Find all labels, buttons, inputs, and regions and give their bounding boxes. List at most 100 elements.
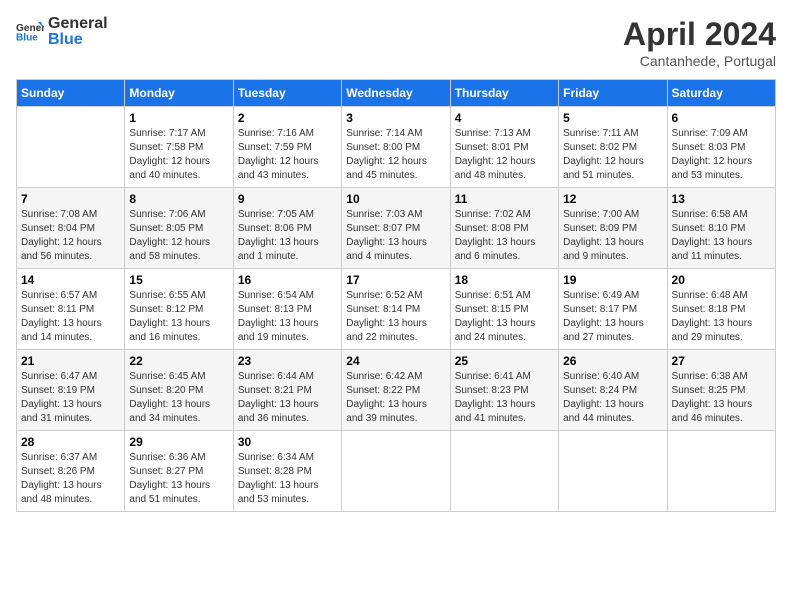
day-info: Sunrise: 6:38 AMSunset: 8:25 PMDaylight:… xyxy=(672,370,771,426)
calendar: SundayMondayTuesdayWednesdayThursdayFrid… xyxy=(16,79,776,512)
calendar-cell: 6 Sunrise: 7:09 AMSunset: 8:03 PMDayligh… xyxy=(667,107,775,188)
calendar-week-row: 1 Sunrise: 7:17 AMSunset: 7:58 PMDayligh… xyxy=(17,107,776,188)
day-header-saturday: Saturday xyxy=(667,80,775,107)
calendar-cell: 14 Sunrise: 6:57 AMSunset: 8:11 PMDaylig… xyxy=(17,269,125,350)
logo-blue-text: Blue xyxy=(48,32,108,48)
calendar-cell: 23 Sunrise: 6:44 AMSunset: 8:21 PMDaylig… xyxy=(233,350,341,431)
day-header-friday: Friday xyxy=(559,80,667,107)
calendar-cell xyxy=(667,431,775,512)
day-info: Sunrise: 6:48 AMSunset: 8:18 PMDaylight:… xyxy=(672,289,771,345)
day-info: Sunrise: 6:55 AMSunset: 8:12 PMDaylight:… xyxy=(129,289,228,345)
calendar-cell: 11 Sunrise: 7:02 AMSunset: 8:08 PMDaylig… xyxy=(450,188,558,269)
day-info: Sunrise: 6:49 AMSunset: 8:17 PMDaylight:… xyxy=(563,289,662,345)
month-title: April 2024 xyxy=(623,16,776,53)
calendar-cell: 25 Sunrise: 6:41 AMSunset: 8:23 PMDaylig… xyxy=(450,350,558,431)
day-info: Sunrise: 6:47 AMSunset: 8:19 PMDaylight:… xyxy=(21,370,120,426)
calendar-week-row: 28 Sunrise: 6:37 AMSunset: 8:26 PMDaylig… xyxy=(17,431,776,512)
day-number: 6 xyxy=(672,111,771,125)
day-number: 10 xyxy=(346,192,445,206)
day-info: Sunrise: 7:11 AMSunset: 8:02 PMDaylight:… xyxy=(563,127,662,183)
day-number: 26 xyxy=(563,354,662,368)
day-number: 13 xyxy=(672,192,771,206)
svg-text:Blue: Blue xyxy=(16,33,38,44)
day-number: 14 xyxy=(21,273,120,287)
day-number: 28 xyxy=(21,435,120,449)
day-number: 29 xyxy=(129,435,228,449)
day-number: 25 xyxy=(455,354,554,368)
calendar-cell: 15 Sunrise: 6:55 AMSunset: 8:12 PMDaylig… xyxy=(125,269,233,350)
logo: General Blue General Blue xyxy=(16,16,108,48)
day-number: 23 xyxy=(238,354,337,368)
calendar-cell: 30 Sunrise: 6:34 AMSunset: 8:28 PMDaylig… xyxy=(233,431,341,512)
calendar-cell xyxy=(559,431,667,512)
day-info: Sunrise: 7:09 AMSunset: 8:03 PMDaylight:… xyxy=(672,127,771,183)
day-info: Sunrise: 6:41 AMSunset: 8:23 PMDaylight:… xyxy=(455,370,554,426)
day-header-tuesday: Tuesday xyxy=(233,80,341,107)
day-info: Sunrise: 6:58 AMSunset: 8:10 PMDaylight:… xyxy=(672,208,771,264)
day-number: 5 xyxy=(563,111,662,125)
calendar-cell xyxy=(450,431,558,512)
day-number: 7 xyxy=(21,192,120,206)
calendar-week-row: 21 Sunrise: 6:47 AMSunset: 8:19 PMDaylig… xyxy=(17,350,776,431)
title-area: April 2024 Cantanhede, Portugal xyxy=(623,16,776,69)
calendar-cell: 16 Sunrise: 6:54 AMSunset: 8:13 PMDaylig… xyxy=(233,269,341,350)
calendar-cell: 10 Sunrise: 7:03 AMSunset: 8:07 PMDaylig… xyxy=(342,188,450,269)
day-info: Sunrise: 7:08 AMSunset: 8:04 PMDaylight:… xyxy=(21,208,120,264)
day-header-monday: Monday xyxy=(125,80,233,107)
day-number: 30 xyxy=(238,435,337,449)
day-info: Sunrise: 7:05 AMSunset: 8:06 PMDaylight:… xyxy=(238,208,337,264)
logo-general-text: General xyxy=(48,16,108,32)
calendar-cell: 26 Sunrise: 6:40 AMSunset: 8:24 PMDaylig… xyxy=(559,350,667,431)
calendar-cell xyxy=(17,107,125,188)
generalblue-icon: General Blue xyxy=(16,20,44,44)
day-number: 18 xyxy=(455,273,554,287)
day-number: 20 xyxy=(672,273,771,287)
day-info: Sunrise: 6:51 AMSunset: 8:15 PMDaylight:… xyxy=(455,289,554,345)
calendar-cell: 28 Sunrise: 6:37 AMSunset: 8:26 PMDaylig… xyxy=(17,431,125,512)
day-number: 4 xyxy=(455,111,554,125)
calendar-header-row: SundayMondayTuesdayWednesdayThursdayFrid… xyxy=(17,80,776,107)
calendar-cell: 24 Sunrise: 6:42 AMSunset: 8:22 PMDaylig… xyxy=(342,350,450,431)
day-number: 2 xyxy=(238,111,337,125)
day-info: Sunrise: 6:52 AMSunset: 8:14 PMDaylight:… xyxy=(346,289,445,345)
calendar-cell: 18 Sunrise: 6:51 AMSunset: 8:15 PMDaylig… xyxy=(450,269,558,350)
day-info: Sunrise: 6:34 AMSunset: 8:28 PMDaylight:… xyxy=(238,451,337,507)
day-header-thursday: Thursday xyxy=(450,80,558,107)
day-number: 1 xyxy=(129,111,228,125)
calendar-cell: 17 Sunrise: 6:52 AMSunset: 8:14 PMDaylig… xyxy=(342,269,450,350)
calendar-cell: 29 Sunrise: 6:36 AMSunset: 8:27 PMDaylig… xyxy=(125,431,233,512)
day-number: 12 xyxy=(563,192,662,206)
calendar-cell: 5 Sunrise: 7:11 AMSunset: 8:02 PMDayligh… xyxy=(559,107,667,188)
day-info: Sunrise: 7:17 AMSunset: 7:58 PMDaylight:… xyxy=(129,127,228,183)
calendar-cell: 20 Sunrise: 6:48 AMSunset: 8:18 PMDaylig… xyxy=(667,269,775,350)
day-number: 22 xyxy=(129,354,228,368)
day-number: 3 xyxy=(346,111,445,125)
day-header-wednesday: Wednesday xyxy=(342,80,450,107)
calendar-cell: 9 Sunrise: 7:05 AMSunset: 8:06 PMDayligh… xyxy=(233,188,341,269)
day-number: 27 xyxy=(672,354,771,368)
day-info: Sunrise: 7:16 AMSunset: 7:59 PMDaylight:… xyxy=(238,127,337,183)
calendar-week-row: 14 Sunrise: 6:57 AMSunset: 8:11 PMDaylig… xyxy=(17,269,776,350)
day-info: Sunrise: 6:37 AMSunset: 8:26 PMDaylight:… xyxy=(21,451,120,507)
day-info: Sunrise: 7:14 AMSunset: 8:00 PMDaylight:… xyxy=(346,127,445,183)
calendar-cell: 19 Sunrise: 6:49 AMSunset: 8:17 PMDaylig… xyxy=(559,269,667,350)
day-number: 17 xyxy=(346,273,445,287)
day-number: 11 xyxy=(455,192,554,206)
location-title: Cantanhede, Portugal xyxy=(623,53,776,69)
calendar-cell: 2 Sunrise: 7:16 AMSunset: 7:59 PMDayligh… xyxy=(233,107,341,188)
day-header-sunday: Sunday xyxy=(17,80,125,107)
calendar-cell: 12 Sunrise: 7:00 AMSunset: 8:09 PMDaylig… xyxy=(559,188,667,269)
day-info: Sunrise: 7:02 AMSunset: 8:08 PMDaylight:… xyxy=(455,208,554,264)
day-info: Sunrise: 7:13 AMSunset: 8:01 PMDaylight:… xyxy=(455,127,554,183)
day-info: Sunrise: 7:06 AMSunset: 8:05 PMDaylight:… xyxy=(129,208,228,264)
calendar-cell: 8 Sunrise: 7:06 AMSunset: 8:05 PMDayligh… xyxy=(125,188,233,269)
day-info: Sunrise: 6:36 AMSunset: 8:27 PMDaylight:… xyxy=(129,451,228,507)
day-number: 19 xyxy=(563,273,662,287)
day-info: Sunrise: 6:40 AMSunset: 8:24 PMDaylight:… xyxy=(563,370,662,426)
calendar-cell: 4 Sunrise: 7:13 AMSunset: 8:01 PMDayligh… xyxy=(450,107,558,188)
calendar-cell: 7 Sunrise: 7:08 AMSunset: 8:04 PMDayligh… xyxy=(17,188,125,269)
day-info: Sunrise: 6:44 AMSunset: 8:21 PMDaylight:… xyxy=(238,370,337,426)
day-info: Sunrise: 6:42 AMSunset: 8:22 PMDaylight:… xyxy=(346,370,445,426)
calendar-cell: 3 Sunrise: 7:14 AMSunset: 8:00 PMDayligh… xyxy=(342,107,450,188)
calendar-week-row: 7 Sunrise: 7:08 AMSunset: 8:04 PMDayligh… xyxy=(17,188,776,269)
